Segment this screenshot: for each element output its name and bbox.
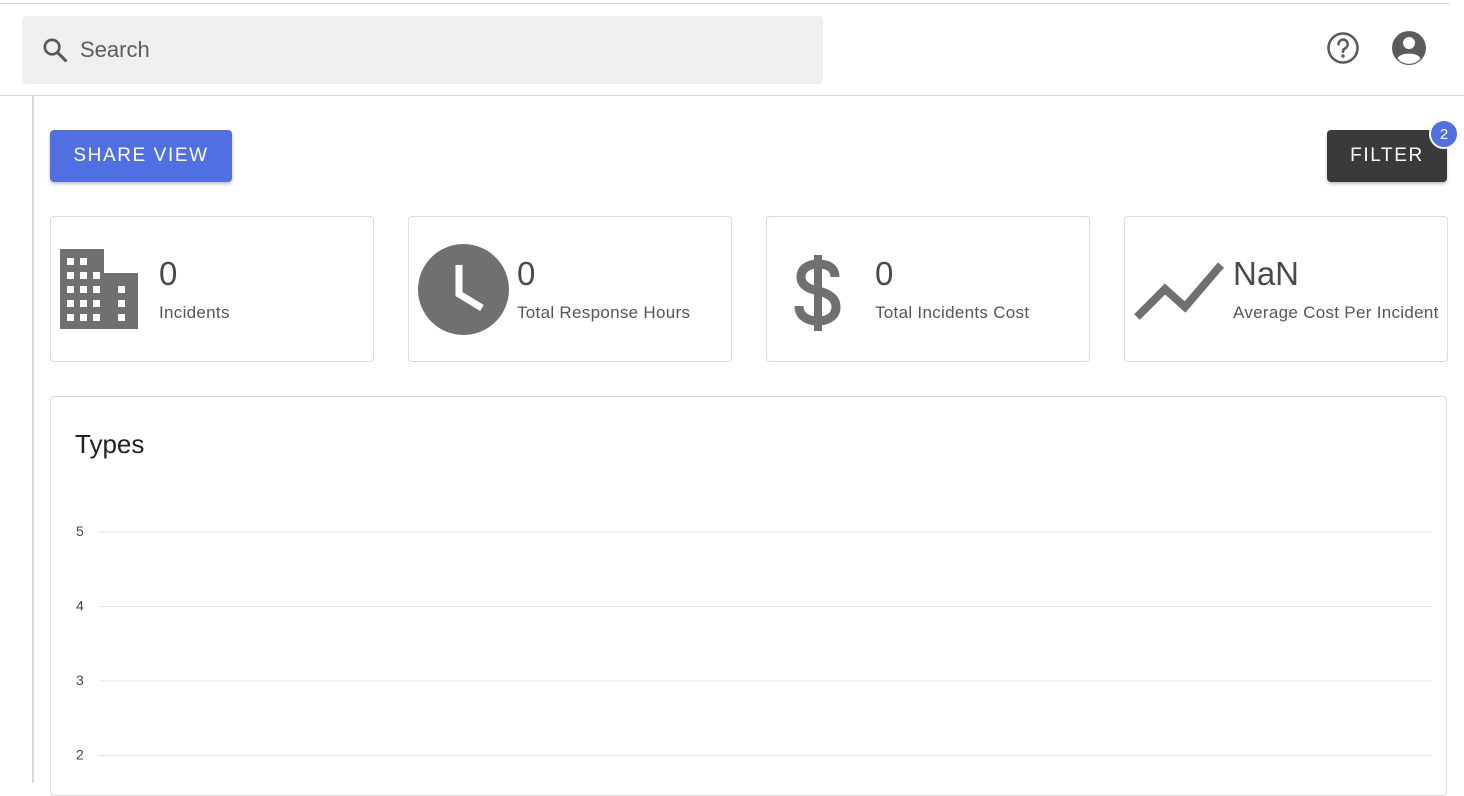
search-icon <box>43 38 68 63</box>
incidents-value: 0 <box>159 255 178 292</box>
types-chart-panel: Types 5432 <box>50 396 1447 796</box>
stat-card-incidents: 0 Incidents <box>50 216 374 362</box>
filter-count-badge: 2 <box>1429 119 1459 149</box>
average-cost-value: NaN <box>1233 255 1300 292</box>
dollar-icon <box>794 255 841 331</box>
search-input[interactable]: Search <box>80 37 150 63</box>
moon-icon[interactable] <box>1276 29 1304 65</box>
clock-icon <box>418 244 509 335</box>
y-tick-label: 2 <box>76 747 84 763</box>
incidents-label: Incidents <box>159 303 230 322</box>
response-hours-label: Total Response Hours <box>517 303 691 322</box>
stat-card-incidents-cost: 0 Total Incidents Cost <box>766 216 1090 362</box>
stat-card-response-hours: 0 Total Response Hours <box>408 216 732 362</box>
incidents-cost-value: 0 <box>875 255 894 292</box>
response-hours-value: 0 <box>517 255 536 292</box>
y-tick-label: 3 <box>76 672 84 688</box>
help-icon[interactable] <box>1326 31 1360 65</box>
y-tick-label: 4 <box>76 598 84 614</box>
y-tick-label: 5 <box>76 523 84 539</box>
incidents-cost-label: Total Incidents Cost <box>875 303 1030 322</box>
search-bar[interactable]: Search <box>22 16 823 84</box>
share-view-button[interactable]: SHARE VIEW <box>50 130 232 182</box>
stat-card-average-cost: NaN Average Cost Per Incident <box>1124 216 1448 362</box>
account-icon[interactable] <box>1391 30 1427 66</box>
types-chart: 5 4 3 2 <box>76 523 1431 763</box>
side-divider <box>32 96 34 783</box>
average-cost-label: Average Cost Per Incident <box>1233 303 1439 322</box>
app-bar: Search <box>0 4 1464 96</box>
trending-up-icon <box>1134 262 1225 320</box>
building-icon <box>60 249 138 329</box>
